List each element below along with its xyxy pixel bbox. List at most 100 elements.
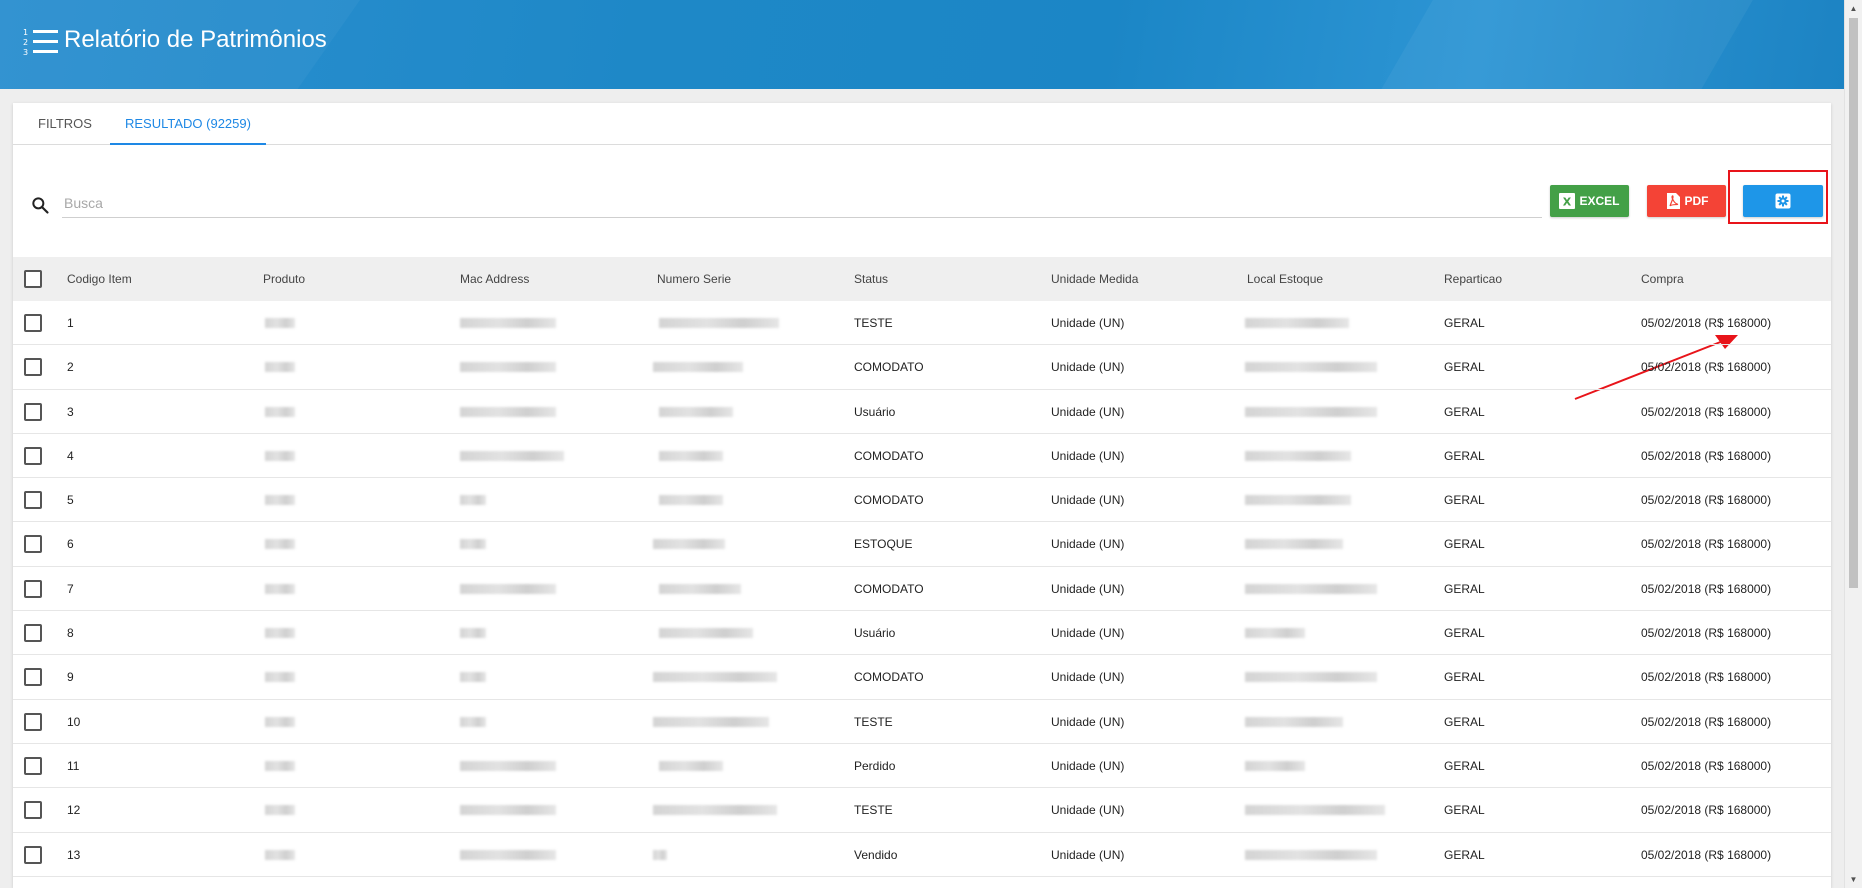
- table-row[interactable]: 9 COMODATO Unidade (UN) GERAL 05/02/2018…: [13, 655, 1831, 700]
- table-row[interactable]: 5 COMODATO Unidade (UN) GERAL 05/02/2018…: [13, 478, 1831, 523]
- vertical-scrollbar[interactable]: ▲ ▼: [1844, 0, 1862, 888]
- redacted-produto: [265, 760, 295, 771]
- redacted-numero-serie: [659, 628, 753, 639]
- table-row[interactable]: 11 Perdido Unidade (UN) GERAL 05/02/2018…: [13, 744, 1831, 789]
- row-checkbox[interactable]: [24, 314, 42, 332]
- cell-status: Usuário: [854, 404, 896, 419]
- redacted-produto: [265, 495, 295, 506]
- table-row[interactable]: 8 Usuário Unidade (UN) GERAL 05/02/2018 …: [13, 611, 1831, 656]
- redacted-numero-serie: [659, 760, 723, 771]
- cell-codigo-item: 7: [67, 581, 74, 596]
- row-checkbox[interactable]: [24, 402, 42, 421]
- cell-compra: 05/02/2018 (R$ 168000): [1641, 758, 1772, 773]
- tab-filtros[interactable]: FILTROS: [23, 103, 107, 145]
- table-row[interactable]: 1 TESTE Unidade (UN) GERAL 05/02/2018 (R…: [13, 301, 1831, 346]
- pdf-button-label: PDF: [1684, 194, 1709, 208]
- scrollbar-thumb[interactable]: [1849, 18, 1858, 588]
- row-checkbox[interactable]: [24, 712, 42, 731]
- cell-reparticao: GERAL: [1444, 537, 1485, 552]
- redacted-numero-serie: [659, 495, 723, 506]
- column-header-produto[interactable]: Produto: [263, 257, 305, 301]
- cell-status: TESTE: [854, 803, 893, 818]
- cell-unidade-medida: Unidade (UN): [1051, 360, 1125, 375]
- report-card: FILTROS RESULTADO (92259) X EXCEL PDF: [13, 103, 1831, 888]
- redacted-mac-address: [460, 362, 556, 373]
- cell-compra: 05/02/2018 (R$ 168000): [1641, 626, 1772, 641]
- row-checkbox[interactable]: [24, 845, 42, 864]
- row-checkbox[interactable]: [24, 668, 42, 687]
- svg-text:X: X: [1563, 196, 1572, 209]
- redacted-produto: [265, 628, 295, 639]
- cell-unidade-medida: Unidade (UN): [1051, 626, 1125, 641]
- cell-status: COMODATO: [854, 493, 924, 508]
- redacted-numero-serie: [653, 849, 667, 860]
- column-header-compra[interactable]: Compra: [1641, 257, 1684, 301]
- row-checkbox[interactable]: [24, 624, 42, 643]
- cell-codigo-item: 1: [67, 316, 74, 330]
- cell-codigo-item: 4: [67, 448, 74, 463]
- cell-status: COMODATO: [854, 581, 924, 596]
- redacted-numero-serie: [653, 672, 777, 683]
- redacted-produto: [265, 805, 295, 816]
- tab-resultado[interactable]: RESULTADO (92259): [110, 103, 266, 145]
- column-header-local-estoque[interactable]: Local Estoque: [1247, 257, 1323, 301]
- header-decoration: [1340, 0, 1788, 89]
- search-input[interactable]: [62, 188, 1542, 218]
- cell-compra: 05/02/2018 (R$ 168000): [1641, 493, 1772, 508]
- export-excel-button[interactable]: X EXCEL: [1550, 185, 1629, 217]
- redacted-numero-serie: [653, 805, 777, 816]
- table-row[interactable]: 13 Vendido Unidade (UN) GERAL 05/02/2018…: [13, 833, 1831, 877]
- row-checkbox[interactable]: [24, 535, 42, 554]
- table-row[interactable]: 10 TESTE Unidade (UN) GERAL 05/02/2018 (…: [13, 700, 1831, 744]
- table-row[interactable]: 3 Usuário Unidade (UN) GERAL 05/02/2018 …: [13, 390, 1831, 434]
- cell-compra: 05/02/2018 (R$ 168000): [1641, 404, 1772, 419]
- column-header-numero-serie[interactable]: Numero Serie: [657, 257, 731, 301]
- table-row[interactable]: 4 COMODATO Unidade (UN) GERAL 05/02/2018…: [13, 434, 1831, 479]
- cell-codigo-item: 5: [67, 493, 74, 508]
- cell-unidade-medida: Unidade (UN): [1051, 847, 1125, 862]
- redacted-local-estoque: [1245, 450, 1351, 461]
- row-checkbox[interactable]: [24, 579, 42, 598]
- table-row[interactable]: 7 COMODATO Unidade (UN) GERAL 05/02/2018…: [13, 567, 1831, 612]
- row-checkbox[interactable]: [24, 756, 42, 775]
- row-checkbox[interactable]: [24, 491, 42, 510]
- redacted-mac-address: [460, 672, 486, 683]
- scroll-down-icon[interactable]: ▼: [1845, 871, 1862, 888]
- row-checkbox[interactable]: [24, 358, 42, 377]
- column-header-unidade-medida[interactable]: Unidade Medida: [1051, 257, 1138, 301]
- redacted-mac-address: [460, 716, 486, 727]
- redacted-mac-address: [460, 805, 556, 816]
- cell-codigo-item: 8: [67, 626, 74, 641]
- cell-status: Usuário: [854, 626, 896, 641]
- table-row[interactable]: 2 COMODATO Unidade (UN) GERAL 05/02/2018…: [13, 345, 1831, 390]
- column-header-mac-address[interactable]: Mac Address: [460, 257, 529, 301]
- cell-codigo-item: 12: [67, 803, 81, 818]
- row-checkbox[interactable]: [24, 801, 42, 820]
- redacted-produto: [265, 362, 295, 373]
- cell-status: Perdido: [854, 758, 896, 773]
- select-all-checkbox[interactable]: [24, 270, 42, 288]
- cell-unidade-medida: Unidade (UN): [1051, 758, 1125, 773]
- redacted-mac-address: [460, 628, 486, 639]
- column-header-reparticao[interactable]: Reparticao: [1444, 257, 1502, 301]
- table-row[interactable]: 12 TESTE Unidade (UN) GERAL 05/02/2018 (…: [13, 788, 1831, 833]
- cell-reparticao: GERAL: [1444, 360, 1485, 375]
- table-row[interactable]: 6 ESTOQUE Unidade (UN) GERAL 05/02/2018 …: [13, 522, 1831, 567]
- cell-unidade-medida: Unidade (UN): [1051, 404, 1125, 419]
- cell-unidade-medida: Unidade (UN): [1051, 537, 1125, 552]
- cell-reparticao: GERAL: [1444, 493, 1485, 508]
- redacted-local-estoque: [1245, 628, 1305, 639]
- cell-status: COMODATO: [854, 448, 924, 463]
- cell-unidade-medida: Unidade (UN): [1051, 581, 1125, 596]
- column-header-status[interactable]: Status: [854, 257, 888, 301]
- redacted-mac-address: [460, 495, 486, 506]
- row-checkbox[interactable]: [24, 446, 42, 465]
- redacted-local-estoque: [1245, 362, 1377, 373]
- column-header-codigo-item[interactable]: Codigo Item: [67, 257, 132, 301]
- redacted-mac-address: [460, 539, 486, 550]
- page-title: Relatório de Patrimônios: [64, 26, 327, 53]
- export-pdf-button[interactable]: PDF: [1647, 185, 1726, 217]
- redacted-produto: [265, 672, 295, 683]
- redacted-local-estoque: [1245, 849, 1377, 860]
- scroll-up-icon[interactable]: ▲: [1845, 0, 1862, 17]
